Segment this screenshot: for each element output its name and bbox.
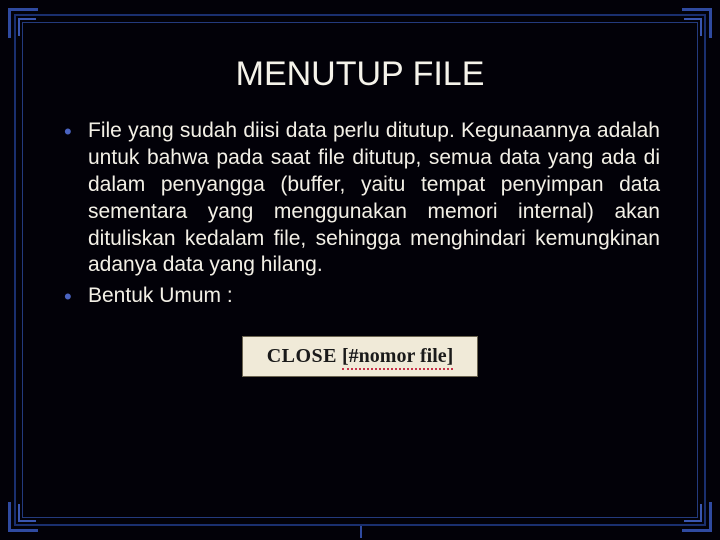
syntax-keyword: CLOSE — [267, 345, 337, 367]
slide-content: MENUTUP FILE File yang sudah diisi data … — [50, 55, 670, 500]
syntax-box: CLOSE [#nomor file] — [242, 336, 479, 377]
syntax-argument: [#nomor file] — [342, 345, 453, 370]
corner-decoration-inner — [684, 18, 702, 36]
bullet-item: Bentuk Umum : — [78, 283, 660, 310]
corner-decoration-inner — [18, 504, 36, 522]
corner-decoration-inner — [684, 504, 702, 522]
slide-title: MENUTUP FILE — [50, 55, 670, 94]
bullet-item: File yang sudah diisi data perlu ditutup… — [78, 118, 660, 279]
bottom-tick-mark — [360, 526, 362, 538]
corner-decoration-inner — [18, 18, 36, 36]
bullet-list: File yang sudah diisi data perlu ditutup… — [50, 118, 670, 310]
syntax-container: CLOSE [#nomor file] — [50, 336, 670, 377]
slide: MENUTUP FILE File yang sudah diisi data … — [0, 0, 720, 540]
